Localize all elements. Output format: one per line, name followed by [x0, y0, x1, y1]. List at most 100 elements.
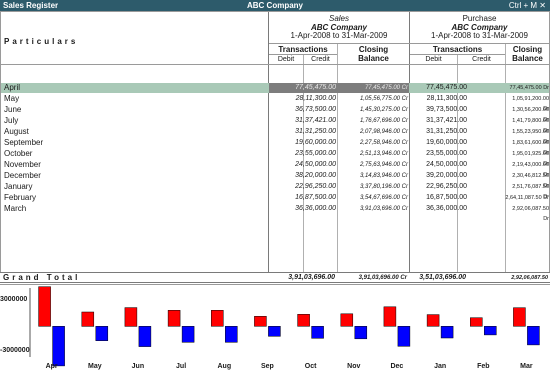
sales-bar-may	[81, 311, 95, 327]
y-tick-label: -3000000	[0, 347, 30, 354]
table-row[interactable]: December 38,20,000.00 3,14,83,946.00 Cr …	[1, 171, 549, 189]
divider	[410, 54, 505, 55]
purchase-debit-value: 24,50,000.00	[426, 161, 467, 168]
particulars-header: Particulars	[4, 37, 79, 46]
sales-closing-value: 1,05,56,775.00 Cr	[359, 96, 408, 102]
sales-period: 1-Apr-2008 to 31-Mar-2009	[290, 31, 388, 40]
sales-closing-value: 3,14,83,946.00 Cr	[359, 173, 408, 179]
grand-total-row: Grand Total 3,91,03,696.00 3,91,03,696.0…	[0, 272, 550, 291]
purchase-debit-value: 77,45,475.00	[426, 84, 467, 91]
x-tick-label: Jan	[434, 363, 447, 370]
sales-bar-oct	[297, 314, 310, 327]
sales-debit-value: 31,31,250.00	[295, 128, 336, 135]
purchase-bar-jul	[181, 326, 195, 343]
table-row[interactable]: January 22,96,250.00 3,37,80,196.00 Cr 2…	[1, 182, 549, 200]
x-tick-label: Sep	[260, 363, 274, 370]
purchase-closing-value: 2,64,11,087.50 Dr	[505, 195, 549, 201]
table-row[interactable]: July 31,37,421.00 1,76,67,696.00 Cr 31,3…	[1, 116, 549, 134]
purchase-bar-dec	[397, 326, 411, 347]
sales-bar-jan	[426, 314, 440, 327]
sales-closing-value: 3,37,80,196.00 Cr	[359, 184, 408, 190]
month-label: May	[4, 94, 20, 103]
sales-debit-value: 36,36,000.00	[295, 205, 336, 212]
sales-bar-apr	[38, 286, 51, 327]
purchase-bar-mar	[527, 326, 540, 346]
purchase-bar-jun	[138, 326, 152, 347]
divider	[1, 64, 549, 65]
month-label: January	[4, 182, 33, 191]
x-tick-label: Mar	[520, 363, 533, 370]
close-icon[interactable]: ✕	[539, 1, 546, 10]
purchase-debit-value: 16,87,500.00	[426, 194, 467, 201]
table-row[interactable]: September 19,60,000.00 2,27,58,946.00 Cr…	[1, 138, 549, 156]
sales-debit-value: 24,50,000.00	[295, 161, 336, 168]
sales-closing-value: 2,27,58,946.00 Cr	[359, 140, 408, 146]
sales-closing-value: 1,45,30,275.00 Cr	[359, 107, 408, 113]
sales-closing-value: 1,76,67,696.00 Cr	[359, 118, 408, 124]
shortcut-label: Ctrl + M	[508, 1, 538, 10]
x-tick-label: Feb	[477, 363, 490, 370]
sales-credit-header: Credit	[311, 56, 330, 63]
month-label: February	[4, 193, 37, 202]
table-row[interactable]: May 28,11,300.00 1,05,56,775.00 Cr 28,11…	[1, 94, 549, 112]
sales-debit-value: 28,11,300.00	[295, 95, 336, 102]
table-row[interactable]: April 77,45,475.00 77,45,475.00 Cr 77,45…	[1, 83, 549, 93]
month-label: June	[4, 105, 22, 114]
sales-closing-header: Closing	[358, 45, 389, 54]
sales-debit-value: 22,96,250.00	[295, 183, 336, 190]
sales-bar-nov	[340, 313, 354, 327]
grand-total-label: Grand Total	[3, 273, 81, 282]
table-row[interactable]: August 31,31,250.00 2,07,98,946.00 Cr 31…	[1, 127, 549, 145]
grand-sales-closing: 3,91,03,696.00 Cr	[358, 275, 407, 281]
sales-column-group: Sales ABC Company 1-Apr-2008 to 31-Mar-2…	[269, 14, 409, 41]
purchase-bar-oct	[311, 326, 324, 339]
purchase-bar-feb	[484, 326, 497, 336]
report-title: Sales Register	[3, 1, 59, 10]
company-title: ABC Company	[247, 1, 304, 10]
table-row[interactable]: June 36,73,500.00 1,45,30,275.00 Cr 39,7…	[1, 105, 549, 123]
sales-closing-value: 3,54,67,696.00 Cr	[359, 195, 408, 201]
month-label: October	[4, 149, 33, 158]
purchase-bar-jan	[440, 326, 454, 339]
purchase-column-group: Purchase ABC Company 1-Apr-2008 to 31-Ma…	[410, 14, 549, 41]
sales-bar-jun	[124, 307, 138, 327]
x-tick-label: Aug	[217, 363, 232, 370]
month-label: April	[4, 83, 21, 92]
sales-debit-value: 16,87,500.00	[295, 194, 336, 201]
sales-bar-sep	[254, 316, 267, 327]
x-tick-label: Jul	[176, 363, 187, 370]
monthly-bar-chart: 3000000 -3000000 Apr May Jun Jul Aug Sep Oct No…	[0, 284, 550, 374]
purchase-bar-apr	[52, 326, 65, 367]
purchase-debit-value: 19,60,000.00	[426, 139, 467, 146]
month-label: July	[4, 116, 19, 125]
x-tick-label: Apr	[45, 363, 58, 370]
sales-closing-value: 2,75,63,946.00 Cr	[359, 162, 408, 168]
table-row[interactable]: February 16,87,500.00 3,54,67,696.00 Cr …	[1, 193, 549, 203]
purchase-debit-value: 39,73,500.00	[426, 106, 467, 113]
window-shortcut[interactable]: Ctrl + M ✕	[509, 0, 546, 11]
sales-transactions-header: Transactions	[278, 45, 328, 54]
x-tick-label: Nov	[347, 363, 361, 370]
sales-debit-value: 38,20,000.00	[295, 172, 336, 179]
x-tick-label: Dec	[390, 363, 404, 370]
sales-debit-value: 36,73,500.00	[295, 106, 336, 113]
sales-debit-value: 19,60,000.00	[295, 139, 336, 146]
purchase-debit-value: 31,37,421.00	[426, 117, 467, 124]
purchase-debit-value: 36,36,000.00	[426, 205, 467, 212]
table-row[interactable]: November 24,50,000.00 2,75,63,946.00 Cr …	[1, 160, 549, 178]
purchase-debit-header: Debit	[425, 56, 442, 63]
divider	[269, 43, 549, 44]
grand-sales-debit: 3,91,03,696.00	[288, 274, 335, 281]
table-row[interactable]: March 36,36,000.00 3,91,03,696.00 Cr 36,…	[1, 204, 549, 222]
purchase-debit-value: 23,55,000.00	[426, 150, 467, 157]
purchase-period: 1-Apr-2008 to 31-Mar-2009	[431, 31, 528, 40]
purchase-debit-value: 28,11,300.00	[426, 95, 467, 102]
month-label: March	[4, 204, 27, 213]
purchase-balance-header: Balance	[512, 54, 543, 63]
table-row[interactable]: October 23,55,000.00 2,51,13,946.00 Cr 2…	[1, 149, 549, 167]
sales-closing-value: 2,07,98,946.00 Cr	[359, 129, 408, 135]
sales-bar-jul	[167, 310, 181, 327]
grand-purchase-debit: 3,51,03,696.00	[419, 274, 466, 281]
purchase-closing-header: Closing	[512, 45, 543, 54]
sales-bar-mar	[513, 307, 526, 327]
